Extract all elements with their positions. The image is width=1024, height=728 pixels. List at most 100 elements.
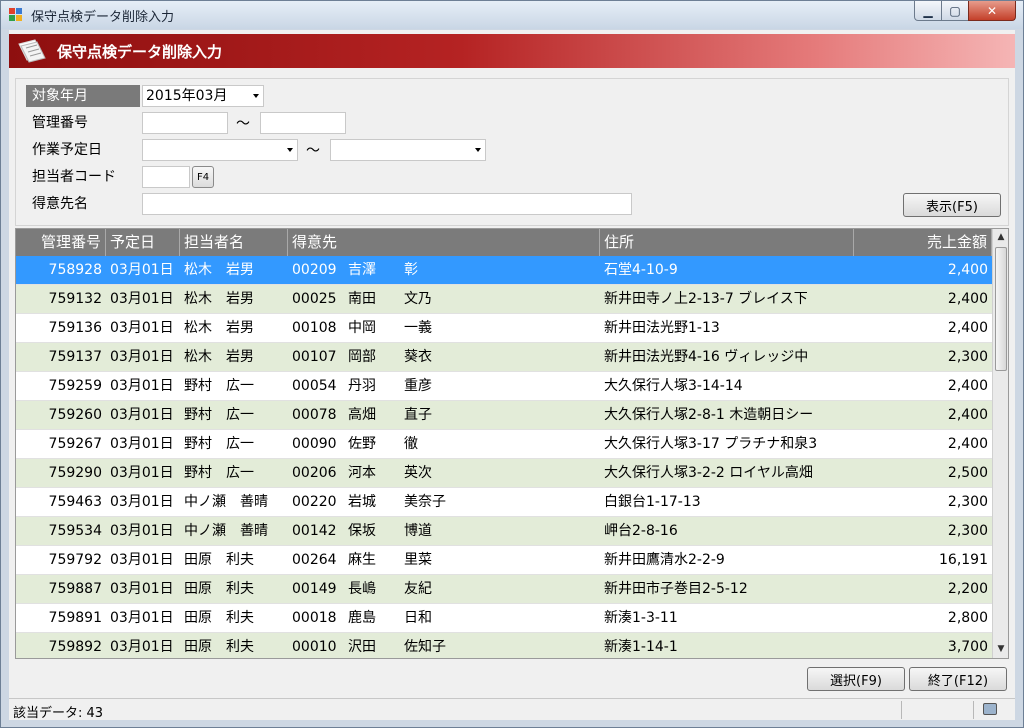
cell-amount: 2,400	[947, 320, 988, 336]
table-row[interactable]: 759260 03月01日 野村 広一 00078 高畑 直子 大久保行人塚2-8-1 木…	[16, 401, 992, 430]
customer-code: 00264	[292, 552, 337, 568]
customer-code: 00078	[292, 407, 337, 423]
column-header[interactable]: 予定日	[106, 229, 180, 256]
window-title: 保守点検データ削除入力	[31, 10, 175, 25]
sched-date-from-select[interactable]	[142, 139, 298, 161]
customer-code: 00010	[292, 639, 337, 655]
customer-code: 00108	[292, 320, 337, 336]
chevron-down-icon	[475, 148, 481, 152]
table-row[interactable]: 759887 03月01日 田原 利夫 00149 長嶋 友紀 新井田市子巻目2-5-12…	[16, 575, 992, 604]
grid-header: 管理番号 予定日 担当者名 得意先 住所 売上金額	[16, 229, 992, 256]
title-bar[interactable]: 保守点検データ削除入力 ▁ ▢ ✕	[1, 1, 1023, 29]
client-area: 保守点検データ削除入力 対象年月 2015年03月 管理番号 ～ 作業予定日 ～…	[9, 30, 1015, 721]
cell-staff: 松木 岩男	[184, 291, 254, 307]
chevron-down-icon	[253, 94, 259, 98]
table-row[interactable]: 759891 03月01日 田原 利夫 00018 鹿島 日和 新湊1-3-11 2,800	[16, 604, 992, 633]
status-divider	[901, 701, 902, 719]
close-button[interactable]: ✕	[968, 1, 1016, 21]
table-row[interactable]: 759534 03月01日 中ノ瀬 善晴 00142 保坂 博道 岬台2-8-16 2,30…	[16, 517, 992, 546]
table-row[interactable]: 759892 03月01日 田原 利夫 00010 沢田 佐知子 新湊1-14-1 3,70…	[16, 633, 992, 658]
customer-name-label: 得意先名	[32, 196, 88, 212]
form-header: 保守点検データ削除入力	[9, 34, 1015, 68]
cell-customer: 00078 高畑 直子	[288, 401, 600, 429]
table-row[interactable]: 759290 03月01日 野村 広一 00206 河本 英次 大久保行人塚3-2-2 ロ…	[16, 459, 992, 488]
table-row[interactable]: 759792 03月01日 田原 利夫 00264 麻生 里菜 新井田鷹清水2-2-9 16…	[16, 546, 992, 575]
cell-amount: 2,300	[947, 494, 988, 510]
scroll-thumb[interactable]	[995, 247, 1007, 371]
select-button[interactable]: 選択(F9)	[807, 667, 905, 691]
show-button[interactable]: 表示(F5)	[903, 193, 1001, 217]
cell-customer: 00107 岡部 葵衣	[288, 343, 600, 371]
cell-id: 759260	[48, 407, 102, 423]
cell-date: 03月01日	[110, 407, 174, 423]
customer-code: 00209	[292, 262, 337, 278]
scroll-up-icon[interactable]: ▲	[993, 229, 1008, 246]
vertical-scrollbar[interactable]: ▲ ▼	[992, 229, 1008, 658]
scroll-down-icon[interactable]: ▼	[993, 641, 1008, 658]
cell-amount: 16,191	[939, 552, 988, 568]
table-row[interactable]: 759136 03月01日 松木 岩男 00108 中岡 一義 新井田法光野1-13 2,4…	[16, 314, 992, 343]
column-header[interactable]: 売上金額	[854, 229, 992, 256]
customer-code: 00149	[292, 581, 337, 597]
customer-code: 00090	[292, 436, 337, 452]
table-row[interactable]: 759259 03月01日 野村 広一 00054 丹羽 重彦 大久保行人塚3-14-14…	[16, 372, 992, 401]
table-row[interactable]: 759132 03月01日 松木 岩男 00025 南田 文乃 新井田寺ノ上2-13-7 …	[16, 285, 992, 314]
column-header[interactable]: 管理番号	[16, 229, 106, 256]
status-divider	[973, 701, 974, 719]
cell-customer: 00025 南田 文乃	[288, 285, 600, 313]
cell-date: 03月01日	[110, 436, 174, 452]
maximize-button[interactable]: ▢	[941, 1, 969, 21]
customer-name: 丹羽 重彦	[348, 378, 432, 394]
range-separator: ～	[236, 116, 250, 132]
cell-staff: 野村 広一	[184, 436, 254, 452]
table-row[interactable]: 759137 03月01日 松木 岩男 00107 岡部 葵衣 新井田法光野4-16 ヴィ…	[16, 343, 992, 372]
cell-date: 03月01日	[110, 552, 174, 568]
cell-staff: 田原 利夫	[184, 552, 254, 568]
cell-date: 03月01日	[110, 291, 174, 307]
cell-customer: 00264 麻生 里菜	[288, 546, 600, 574]
cell-amount: 2,400	[947, 436, 988, 452]
customer-code: 00054	[292, 378, 337, 394]
cell-id: 759463	[48, 494, 102, 510]
cell-id: 759792	[48, 552, 102, 568]
cell-id: 758928	[48, 262, 102, 278]
cell-date: 03月01日	[110, 610, 174, 626]
cell-staff: 田原 利夫	[184, 610, 254, 626]
table-row[interactable]: 758928 03月01日 松木 岩男 00209 吉澤 彰 石堂4-10-9 2,400	[16, 256, 992, 285]
customer-name-input[interactable]	[142, 193, 632, 215]
column-header[interactable]: 担当者名	[180, 229, 288, 256]
staff-lookup-button[interactable]: F4	[192, 166, 214, 188]
table-row[interactable]: 759463 03月01日 中ノ瀬 善晴 00220 岩城 美奈子 白銀台1-17-13 2…	[16, 488, 992, 517]
cell-date: 03月01日	[110, 378, 174, 394]
cell-address: 新井田寺ノ上2-13-7 ブレイス下	[604, 291, 808, 307]
cell-amount: 2,400	[947, 378, 988, 394]
customer-name: 高畑 直子	[348, 407, 432, 423]
customer-code: 00107	[292, 349, 337, 365]
cell-staff: 野村 広一	[184, 465, 254, 481]
sched-date-to-select[interactable]	[330, 139, 486, 161]
column-header[interactable]: 得意先	[288, 229, 600, 256]
app-window: 保守点検データ削除入力 ▁ ▢ ✕ 保守点検データ削除入力 対象年月 2015年…	[0, 0, 1024, 728]
minimize-button[interactable]: ▁	[914, 1, 942, 21]
range-separator: ～	[306, 143, 320, 159]
staff-code-input[interactable]	[142, 166, 190, 188]
customer-name: 沢田 佐知子	[348, 639, 446, 655]
cell-address: 大久保行人塚2-8-1 木造朝日シー	[604, 407, 814, 423]
customer-name: 鹿島 日和	[348, 610, 432, 626]
exit-button[interactable]: 終了(F12)	[909, 667, 1007, 691]
table-row[interactable]: 759267 03月01日 野村 広一 00090 佐野 徹 大久保行人塚3-17 プラチ…	[16, 430, 992, 459]
search-panel: 対象年月 2015年03月 管理番号 ～ 作業予定日 ～ 担当者コード F4 得…	[15, 78, 1009, 226]
cell-id: 759259	[48, 378, 102, 394]
cell-id: 759136	[48, 320, 102, 336]
cell-address: 大久保行人塚3-14-14	[604, 378, 743, 394]
mgmt-no-from-input[interactable]	[142, 112, 228, 134]
cell-date: 03月01日	[110, 349, 174, 365]
column-header[interactable]: 住所	[600, 229, 854, 256]
camera-icon[interactable]	[983, 703, 997, 715]
cell-customer: 00018 鹿島 日和	[288, 604, 600, 632]
cell-amount: 2,400	[947, 291, 988, 307]
cell-staff: 田原 利夫	[184, 581, 254, 597]
cell-customer: 00206 河本 英次	[288, 459, 600, 487]
target-month-select[interactable]: 2015年03月	[142, 85, 264, 107]
mgmt-no-to-input[interactable]	[260, 112, 346, 134]
